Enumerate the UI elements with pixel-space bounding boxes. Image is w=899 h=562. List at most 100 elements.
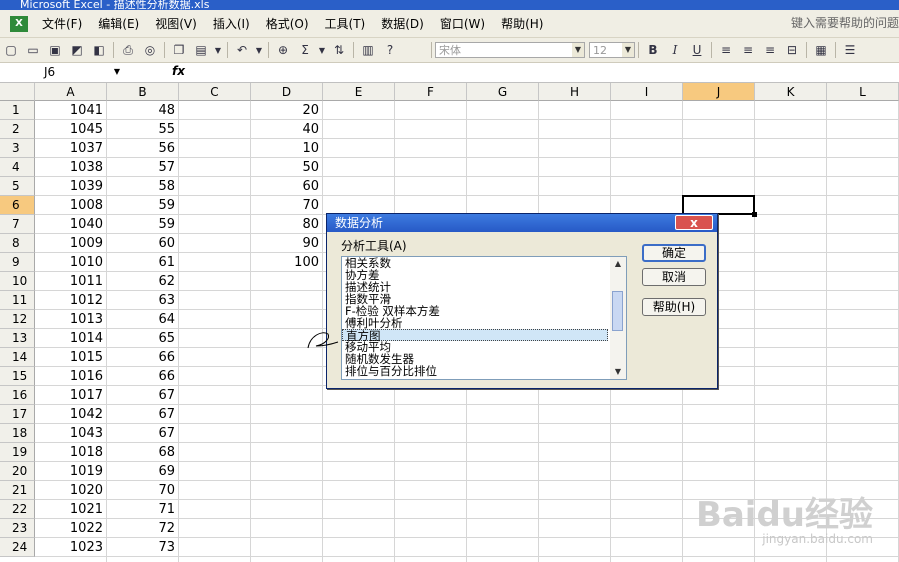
dropdown-arrow-icon[interactable]: ▼ [255, 41, 263, 59]
row-header[interactable]: 23 [0, 519, 35, 538]
insert-function-icon[interactable]: fx [172, 64, 185, 78]
cell-value[interactable]: 1023 [35, 538, 107, 557]
cell-value[interactable]: 1041 [35, 101, 107, 120]
column-header[interactable]: H [539, 83, 611, 101]
row-header[interactable]: 10 [0, 272, 35, 291]
hyperlink-icon[interactable]: ⊕ [274, 41, 292, 59]
cell-value[interactable]: 71 [107, 500, 179, 519]
cell-value[interactable]: 80 [251, 215, 323, 234]
permission-icon[interactable]: ◩ [68, 41, 86, 59]
scroll-thumb[interactable] [612, 291, 623, 331]
column-header[interactable]: D [251, 83, 323, 101]
row-header[interactable]: 11 [0, 291, 35, 310]
cell-value[interactable]: 48 [107, 101, 179, 120]
cell-value[interactable]: 1018 [35, 443, 107, 462]
dropdown-arrow-icon[interactable]: ▼ [572, 43, 584, 57]
dropdown-arrow-icon[interactable]: ▼ [214, 41, 222, 59]
cell-value[interactable]: 1008 [35, 196, 107, 215]
cell-value[interactable]: 59 [107, 215, 179, 234]
cell-value[interactable]: 64 [107, 310, 179, 329]
cell-value[interactable]: 1039 [35, 177, 107, 196]
list-scrollbar[interactable]: ▲ ▼ [610, 257, 626, 379]
excel-app-icon[interactable]: X [10, 15, 28, 32]
cell-value[interactable]: 1045 [35, 120, 107, 139]
row-header[interactable]: 7 [0, 215, 35, 234]
cell-value[interactable]: 1012 [35, 291, 107, 310]
cell-value[interactable]: 90 [251, 234, 323, 253]
row-header[interactable]: 22 [0, 500, 35, 519]
cell-value[interactable]: 57 [107, 158, 179, 177]
close-button[interactable]: x [675, 215, 713, 230]
undo-icon[interactable]: ↶ [233, 41, 251, 59]
analysis-tool-item[interactable]: 傅利叶分析 [342, 317, 608, 329]
cell-value[interactable]: 69 [107, 462, 179, 481]
cell-value[interactable]: 1009 [35, 234, 107, 253]
analysis-tools-list[interactable]: 相关系数 协方差 描述统计 指数平滑 F-检验 双样本方差 傅利叶分析 直方图 移动平均 随机数… [341, 256, 627, 380]
row-header[interactable]: 9 [0, 253, 35, 272]
indent-icon[interactable]: ☰ [841, 41, 859, 59]
cell-value[interactable]: 63 [107, 291, 179, 310]
save-icon[interactable]: ▣ [46, 41, 64, 59]
cell-value[interactable]: 67 [107, 424, 179, 443]
row-header[interactable]: 19 [0, 443, 35, 462]
underline-button[interactable]: U [688, 41, 706, 59]
row-header[interactable]: 17 [0, 405, 35, 424]
cancel-button[interactable]: 取消 [642, 268, 706, 286]
print-icon[interactable]: ⎙ [119, 41, 137, 59]
column-header[interactable]: J [683, 83, 755, 101]
bold-button[interactable]: B [644, 41, 662, 59]
dropdown-arrow-icon[interactable]: ▼ [114, 64, 120, 80]
sort-ascending-icon[interactable]: ⇅ [330, 41, 348, 59]
row-header[interactable]: 8 [0, 234, 35, 253]
column-header[interactable]: E [323, 83, 395, 101]
column-header[interactable]: K [755, 83, 827, 101]
column-header[interactable]: F [395, 83, 467, 101]
font-size-select[interactable]: 12 ▼ [589, 42, 635, 58]
column-header[interactable]: C [179, 83, 251, 101]
row-header[interactable]: 14 [0, 348, 35, 367]
cell-value[interactable]: 55 [107, 120, 179, 139]
dropdown-arrow-icon[interactable]: ▼ [318, 41, 326, 59]
scroll-up-icon[interactable]: ▲ [610, 257, 626, 271]
cell-value[interactable]: 1038 [35, 158, 107, 177]
row-header[interactable]: 16 [0, 386, 35, 405]
cell-value[interactable]: 1014 [35, 329, 107, 348]
menu-item[interactable]: 插入(I) [205, 15, 258, 32]
row-header[interactable]: 15 [0, 367, 35, 386]
research-icon[interactable]: ◎ [141, 41, 159, 59]
autosum-icon[interactable]: Σ [296, 41, 314, 59]
cell-value[interactable]: 70 [107, 481, 179, 500]
dropdown-arrow-icon[interactable]: ▼ [622, 43, 634, 57]
align-right-icon[interactable]: ≡ [761, 41, 779, 59]
help-icon[interactable]: ? [381, 41, 399, 59]
cell-value[interactable]: 1040 [35, 215, 107, 234]
align-left-icon[interactable]: ≡ [717, 41, 735, 59]
cell-value[interactable]: 62 [107, 272, 179, 291]
help-button[interactable]: 帮助(H) [642, 298, 706, 316]
cell-value[interactable]: 1015 [35, 348, 107, 367]
merge-center-icon[interactable]: ⊟ [783, 41, 801, 59]
cell-value[interactable]: 72 [107, 519, 179, 538]
cell-value[interactable]: 20 [251, 101, 323, 120]
cell-value[interactable]: 1017 [35, 386, 107, 405]
cell-value[interactable]: 67 [107, 386, 179, 405]
dialog-title-bar[interactable]: 数据分析 x [327, 214, 717, 232]
row-header[interactable]: 4 [0, 158, 35, 177]
fill-handle[interactable] [752, 212, 757, 217]
cell-value[interactable]: 1037 [35, 139, 107, 158]
menu-item[interactable]: 窗口(W) [432, 15, 493, 32]
row-header[interactable]: 12 [0, 310, 35, 329]
scroll-down-icon[interactable]: ▼ [610, 365, 626, 379]
menu-item[interactable]: 帮助(H) [493, 15, 551, 32]
menu-item[interactable]: 视图(V) [147, 15, 205, 32]
row-header[interactable]: 3 [0, 139, 35, 158]
align-center-icon[interactable]: ≡ [739, 41, 757, 59]
select-all-corner[interactable] [0, 83, 35, 101]
name-box[interactable]: J6 ▼ [2, 64, 124, 80]
chart-wizard-icon[interactable]: ▥ [359, 41, 377, 59]
column-header[interactable]: I [611, 83, 683, 101]
row-header[interactable]: 2 [0, 120, 35, 139]
cell-value[interactable]: 1022 [35, 519, 107, 538]
copy-icon[interactable]: ❐ [170, 41, 188, 59]
cell-value[interactable]: 60 [251, 177, 323, 196]
